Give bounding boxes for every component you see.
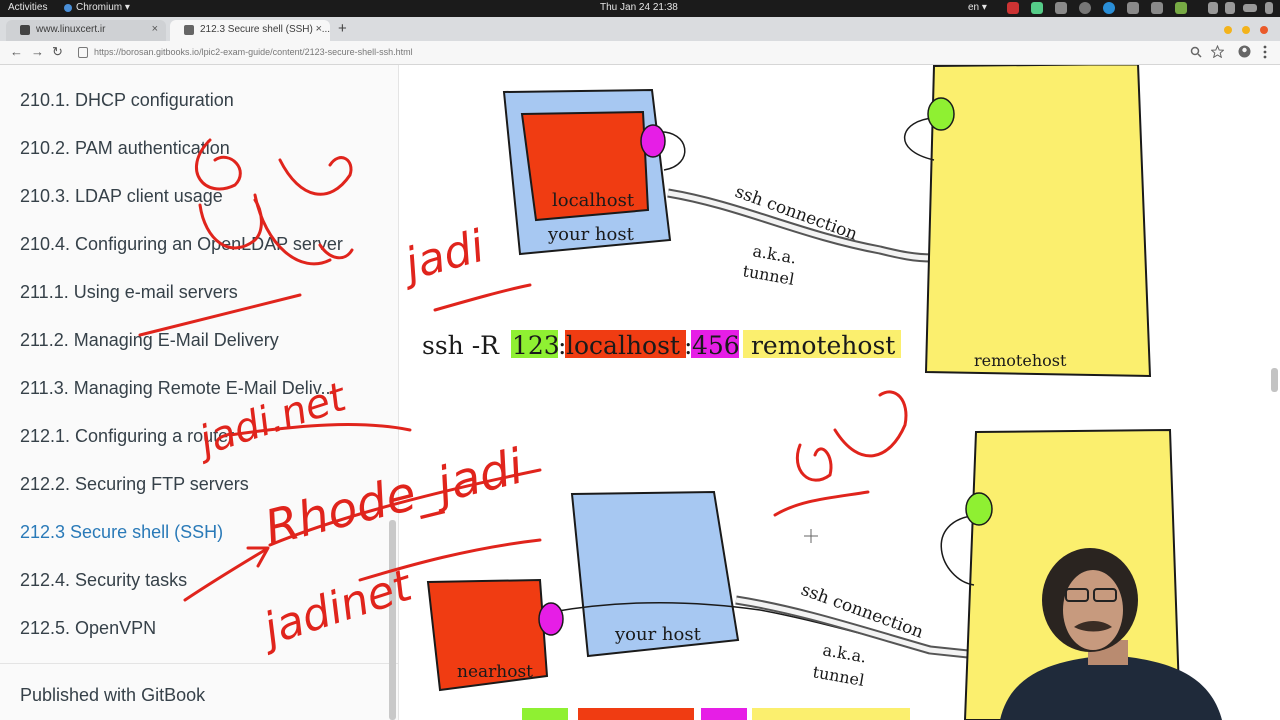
localhost-label: localhost (552, 190, 635, 211)
bookmark-star-icon[interactable] (1211, 45, 1224, 58)
presenter-webcam-overlay (1000, 548, 1222, 720)
nearhost-label: nearhost (457, 662, 533, 682)
cmd-port2: 456 (692, 331, 740, 360)
sidebar-item-210-3[interactable]: 210.3. LDAP client usage (20, 186, 223, 207)
maximize-window-icon[interactable] (1242, 26, 1250, 34)
battery-icon[interactable] (1243, 4, 1257, 12)
minimize-window-icon[interactable] (1224, 26, 1232, 34)
remotehost-label: remotehost (974, 351, 1067, 370)
your-host-label: your host (547, 224, 635, 245)
tab-close-icon[interactable]: × (152, 23, 158, 35)
sidebar-item-212-2[interactable]: 212.2. Securing FTP servers (20, 474, 249, 495)
cursor-crosshair-icon (804, 529, 818, 543)
book-favicon-icon (184, 25, 194, 35)
cmd-port1: 123 (512, 331, 560, 360)
tab-title: 212.3 Secure shell (SSH) · ... (200, 24, 330, 35)
menu-kebab-icon[interactable] (1262, 45, 1268, 59)
tray-app-icon[interactable] (1007, 2, 1019, 14)
port2-highlight-2 (701, 708, 747, 720)
sidebar-item-212-5[interactable]: 212.5. OpenVPN (20, 618, 156, 639)
tab-secure-shell[interactable]: 212.3 Secure shell (SSH) · ... × (170, 20, 330, 41)
sidebar-item-210-1[interactable]: 210.1. DHCP configuration (20, 90, 234, 111)
forward-button[interactable]: → (31, 44, 44, 59)
app-menu[interactable]: Chromium ▾ (76, 2, 130, 13)
close-window-icon[interactable] (1260, 26, 1268, 34)
tray-skype-icon[interactable] (1103, 2, 1115, 14)
new-tab-button[interactable]: + (338, 20, 347, 37)
tray-settings-icon[interactable] (1127, 2, 1139, 14)
lock-icon (78, 47, 88, 58)
url-text: https://borosan.gitbooks.io/lpic2-exam-g… (94, 47, 413, 57)
tab-strip: www.linuxcert.ir × 212.3 Secure shell (S… (0, 17, 1280, 41)
back-button[interactable]: ← (10, 44, 23, 59)
chromium-icon (64, 4, 72, 12)
port-456-circle (640, 124, 666, 158)
remote-highlight-2 (752, 708, 910, 720)
published-with-gitbook-link[interactable]: Published with GitBook (20, 685, 205, 706)
sidebar-item-211-3[interactable]: 211.3. Managing Remote E-Mail Deliv... (20, 378, 335, 399)
cmd-prefix: ssh -R (422, 331, 507, 360)
browser-toolbar: ← → ↻ https://borosan.gitbooks.io/lpic2-… (0, 41, 1280, 65)
sidebar-scrollbar[interactable] (389, 520, 396, 720)
profile-icon[interactable] (1238, 45, 1251, 58)
sidebar-item-212-3[interactable]: 212.3 Secure shell (SSH) (20, 522, 223, 543)
your-host-label-2: your host (614, 624, 702, 645)
aka-label-2: a.k.a. (821, 640, 868, 666)
activities-button[interactable]: Activities (8, 2, 47, 13)
tray-dropbox-icon[interactable] (1151, 2, 1163, 14)
sidebar-item-212-4[interactable]: 212.4. Security tasks (20, 570, 187, 591)
tab-linuxcert[interactable]: www.linuxcert.ir × (6, 20, 166, 41)
zoom-icon[interactable] (1190, 46, 1202, 58)
reload-button[interactable]: ↻ (52, 44, 63, 60)
tunnel-label-2: tunnel (811, 662, 865, 690)
port-highlight-2 (522, 708, 568, 720)
volume-icon[interactable] (1225, 2, 1235, 14)
remote-loop-line (903, 117, 935, 161)
tray-capture-icon[interactable] (1055, 2, 1067, 14)
tab-close-icon[interactable]: × (316, 23, 322, 35)
sidebar-item-210-4[interactable]: 210.4. Configuring an OpenLDAP server (20, 234, 343, 255)
address-bar[interactable]: https://borosan.gitbooks.io/lpic2-exam-g… (76, 43, 1206, 61)
port-123-circle-2 (965, 492, 993, 526)
wifi-icon[interactable] (1208, 2, 1218, 14)
system-menu-icon[interactable] (1265, 2, 1273, 14)
page-favicon-icon (20, 25, 30, 35)
remotehost-box (924, 65, 1152, 378)
language-menu[interactable]: en ▾ (968, 2, 987, 13)
ssh-command: ssh -R 123:localhost:456 remotehost (422, 331, 895, 360)
tray-tool-icon[interactable] (1175, 2, 1187, 14)
book-summary-sidebar: 210.1. DHCP configuration 210.2. PAM aut… (0, 65, 399, 720)
cmd-host: localhost (566, 331, 680, 360)
page-scrollbar[interactable] (1271, 368, 1278, 392)
sidebar-item-212-1[interactable]: 212.1. Configuring a router (20, 426, 234, 447)
tray-record-icon[interactable] (1079, 2, 1091, 14)
presenter-face (1063, 570, 1123, 650)
port-456-circle-2 (538, 602, 564, 636)
sidebar-item-210-2[interactable]: 210.2. PAM authentication (20, 138, 230, 159)
host-highlight-2 (578, 708, 694, 720)
sidebar-item-211-2[interactable]: 211.2. Managing E-Mail Delivery (20, 330, 279, 351)
sidebar-divider (0, 663, 398, 664)
port-123-circle (927, 97, 955, 131)
system-top-bar: Activities Chromium ▾ Thu Jan 24 21:38 e… (0, 0, 1280, 17)
tab-title: www.linuxcert.ir (36, 24, 106, 35)
clock[interactable]: Thu Jan 24 21:38 (600, 2, 678, 13)
cmd-remote: remotehost (743, 331, 895, 360)
sidebar-item-211-1[interactable]: 211.1. Using e-mail servers (20, 282, 238, 303)
tray-screenshot-icon[interactable] (1031, 2, 1043, 14)
